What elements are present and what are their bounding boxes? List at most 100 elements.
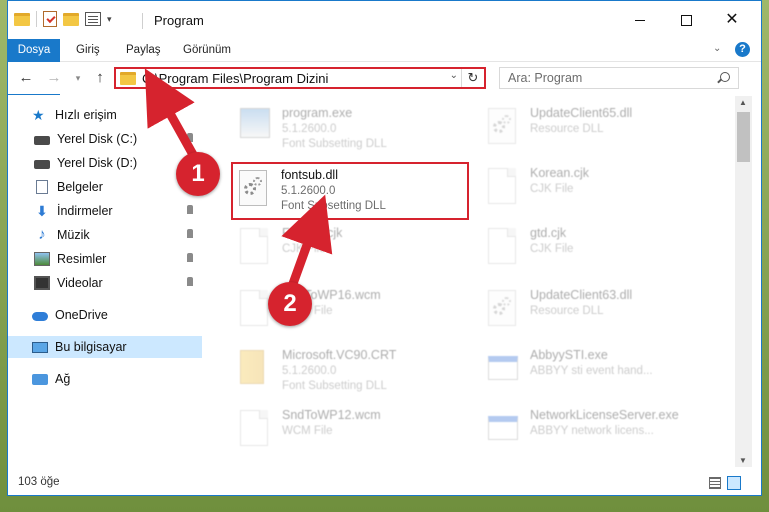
close-icon: ✕ bbox=[725, 11, 739, 28]
list-item[interactable]: program.exe 5.1.2600.0 Font Subsetting D… bbox=[218, 102, 458, 158]
list-item[interactable]: Fastem.cjk CJK File bbox=[218, 222, 458, 278]
sidebar-item-label: Ağ bbox=[55, 372, 71, 386]
vertical-scrollbar[interactable]: ▲ ▼ bbox=[735, 96, 752, 467]
file-name: Korean.cjk bbox=[530, 166, 590, 180]
step-badge-2: 2 bbox=[268, 282, 312, 326]
title-bar: ▾ Program ✕ bbox=[8, 1, 761, 39]
tab-home[interactable]: Giriş bbox=[76, 39, 100, 61]
customize-toolbar-icon[interactable] bbox=[85, 12, 101, 26]
sidebar-item-local-disk-d[interactable]: Yerel Disk (D:) bbox=[8, 152, 202, 174]
search-input[interactable]: Ara: Program bbox=[499, 67, 739, 89]
sidebar-item-onedrive[interactable]: OneDrive bbox=[8, 304, 202, 326]
maximize-button[interactable] bbox=[663, 5, 709, 35]
maximize-icon bbox=[680, 14, 692, 26]
file-icon bbox=[488, 168, 520, 208]
chevron-down-icon[interactable]: ▾ bbox=[107, 14, 112, 25]
sidebar-item-local-disk-c[interactable]: Yerel Disk (C:) bbox=[8, 128, 202, 150]
sidebar-item-label: Yerel Disk (D:) bbox=[57, 156, 138, 170]
pin-icon bbox=[187, 277, 193, 286]
help-icon[interactable]: ? bbox=[735, 42, 750, 57]
sidebar-item-label: Yerel Disk (C:) bbox=[57, 132, 138, 146]
close-button[interactable]: ✕ bbox=[709, 5, 755, 35]
sidebar-item-label: İndirmeler bbox=[57, 204, 113, 218]
pin-icon bbox=[187, 205, 193, 214]
sidebar-item-documents[interactable]: Belgeler bbox=[8, 176, 202, 198]
scroll-up-icon[interactable]: ▲ bbox=[739, 98, 747, 107]
highlighted-file-fontsub[interactable]: fontsub.dll 5.1.2600.0 Font Subsetting D… bbox=[231, 162, 469, 220]
list-item[interactable]: UpdateClient65.dll Resource DLL bbox=[466, 102, 706, 158]
list-item[interactable]: UpdateClient63.dll Resource DLL bbox=[466, 284, 706, 340]
item-count: 103 öğe bbox=[18, 476, 60, 488]
file-detail: Font Subsetting DLL bbox=[282, 380, 387, 392]
list-item[interactable]: Korean.cjk CJK File bbox=[466, 162, 706, 218]
status-bar: 103 öğe bbox=[8, 471, 761, 495]
navigation-bar: ← → ▾ ↑ C:\Program Files\Program Dizini … bbox=[8, 62, 761, 94]
sidebar-item-pictures[interactable]: Resimler bbox=[8, 248, 202, 270]
gear-file-icon bbox=[488, 290, 520, 330]
search-icon[interactable] bbox=[720, 72, 730, 82]
sidebar-item-music[interactable]: ♪ Müzik bbox=[8, 224, 202, 246]
minimize-button[interactable] bbox=[617, 5, 663, 35]
ribbon: Dosya Giriş Paylaş Görünüm ⌄ ? bbox=[8, 39, 761, 95]
list-item[interactable]: AbbyySTI.exe ABBYY sti event hand... bbox=[466, 344, 706, 400]
sidebar-item-label: OneDrive bbox=[55, 308, 108, 322]
sidebar-item-downloads[interactable]: ⬇ İndirmeler bbox=[8, 200, 202, 222]
pin-icon bbox=[187, 253, 193, 262]
file-icon bbox=[240, 410, 272, 450]
sidebar-item-label: Hızlı erişim bbox=[55, 108, 117, 122]
address-bar[interactable]: C:\Program Files\Program Dizini ⌄ ↻ bbox=[114, 67, 486, 89]
sidebar-item-network[interactable]: Ağ bbox=[8, 368, 202, 390]
file-version: 5.1.2600.0 bbox=[281, 185, 336, 197]
recent-locations-icon[interactable]: ▾ bbox=[68, 68, 88, 88]
file-detail: WCM File bbox=[282, 425, 333, 437]
drive-icon bbox=[34, 136, 50, 145]
refresh-icon[interactable]: ↻ bbox=[461, 69, 484, 87]
sidebar-item-quick-access[interactable]: ★ Hızlı erişim bbox=[8, 104, 202, 126]
list-item[interactable]: Microsoft.VC90.CRT 5.1.2600.0 Font Subse… bbox=[218, 344, 458, 400]
file-detail: Resource DLL bbox=[530, 305, 604, 317]
sidebar-item-videos[interactable]: Videolar bbox=[8, 272, 202, 294]
title-divider bbox=[142, 13, 143, 29]
file-detail: CJK File bbox=[530, 243, 574, 255]
scroll-down-icon[interactable]: ▼ bbox=[739, 456, 747, 465]
pictures-icon bbox=[34, 252, 50, 266]
gear-file-icon bbox=[488, 108, 520, 148]
folder-icon bbox=[240, 350, 272, 390]
file-icon bbox=[240, 290, 272, 330]
tab-share[interactable]: Paylaş bbox=[126, 39, 161, 61]
application-icon bbox=[488, 410, 520, 450]
music-icon: ♪ bbox=[38, 226, 46, 243]
file-name: fontsub.dll bbox=[281, 168, 338, 182]
large-icons-view-icon[interactable] bbox=[727, 476, 741, 490]
tab-view[interactable]: Görünüm bbox=[183, 39, 231, 61]
list-item[interactable]: SndToWP16.wcm WCM File bbox=[218, 284, 458, 340]
minimize-icon bbox=[635, 19, 645, 21]
list-item[interactable]: gtd.cjk CJK File bbox=[466, 222, 706, 278]
file-name: UpdateClient65.dll bbox=[530, 106, 633, 120]
up-arrow-icon[interactable]: ↑ bbox=[90, 68, 110, 88]
file-name: gtd.cjk bbox=[530, 226, 567, 240]
file-name: Fastem.cjk bbox=[282, 226, 343, 240]
new-folder-icon[interactable] bbox=[63, 12, 79, 26]
sidebar-item-label: Belgeler bbox=[57, 180, 103, 194]
forward-arrow-icon[interactable]: → bbox=[44, 68, 64, 88]
properties-check-icon[interactable] bbox=[43, 11, 57, 27]
scrollbar-thumb[interactable] bbox=[737, 112, 750, 162]
file-name: AbbyySTI.exe bbox=[530, 348, 608, 362]
list-item[interactable]: NetworkLicenseServer.exe ABBYY network l… bbox=[466, 404, 706, 460]
file-detail: ABBYY sti event hand... bbox=[530, 365, 653, 377]
folder-icon bbox=[120, 72, 136, 85]
back-arrow-icon[interactable]: ← bbox=[16, 68, 36, 88]
videos-icon bbox=[34, 276, 50, 290]
details-view-icon[interactable] bbox=[709, 477, 721, 489]
file-name: SndToWP12.wcm bbox=[282, 408, 381, 422]
list-item[interactable]: SndToWP12.wcm WCM File bbox=[218, 404, 458, 460]
file-detail: CJK File bbox=[530, 183, 574, 195]
chevron-down-icon[interactable]: ⌄ bbox=[450, 70, 458, 81]
ribbon-expand-icon[interactable]: ⌄ bbox=[713, 43, 721, 54]
sidebar-item-this-pc[interactable]: Bu bilgisayar bbox=[8, 336, 202, 358]
address-path[interactable]: C:\Program Files\Program Dizini bbox=[142, 71, 328, 86]
quick-access-toolbar: ▾ bbox=[14, 11, 112, 27]
search-placeholder: Ara: Program bbox=[508, 71, 583, 85]
step-badge-1: 1 bbox=[176, 152, 220, 196]
